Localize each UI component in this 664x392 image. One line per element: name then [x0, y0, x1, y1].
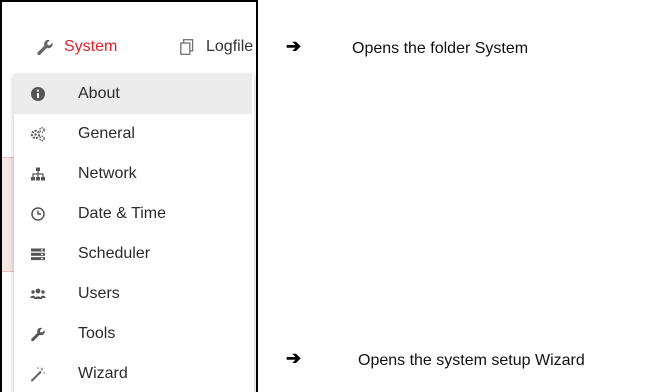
gears-icon — [30, 126, 46, 142]
menu-item-label: General — [78, 125, 135, 142]
wrench-icon — [36, 38, 54, 56]
nav-logfile[interactable]: Logfile — [178, 38, 253, 56]
menu-item-about[interactable]: About — [14, 74, 252, 114]
info-icon — [30, 86, 46, 102]
wizard-note: Opens the system setup Wizard — [358, 352, 585, 369]
menu-item-general[interactable]: General — [14, 114, 252, 154]
menu-item-label: Date & Time — [78, 205, 167, 222]
menu-item-users[interactable]: Users — [14, 274, 252, 314]
wrench-icon — [30, 326, 46, 342]
files-icon — [178, 38, 196, 56]
menu-item-wizard[interactable]: Wizard — [14, 354, 252, 392]
nav-system-label: System — [64, 38, 118, 55]
system-note: Opens the folder System — [352, 40, 529, 57]
menu-item-label: About — [78, 85, 120, 102]
app-window: System Logfile About General Network Dat… — [0, 0, 258, 392]
users-icon — [30, 286, 46, 302]
menu-item-label: Tools — [78, 325, 116, 342]
system-dropdown-menu: About General Network Date & Time Schedu… — [14, 74, 254, 392]
sitemap-icon — [30, 166, 46, 182]
menu-item-network[interactable]: Network — [14, 154, 252, 194]
menu-item-label: Network — [78, 165, 137, 182]
menu-item-label: Users — [78, 285, 120, 302]
menu-item-label: Wizard — [78, 365, 128, 382]
top-navbar: System Logfile — [2, 2, 256, 74]
nav-logfile-label: Logfile — [206, 38, 254, 55]
menu-item-date-time[interactable]: Date & Time — [14, 194, 252, 234]
arrow-right-icon: ➔ — [286, 36, 302, 56]
nav-system[interactable]: System — [36, 38, 117, 56]
menu-item-tools[interactable]: Tools — [14, 314, 252, 354]
menu-item-label: Scheduler — [78, 245, 151, 262]
server-icon — [30, 246, 46, 262]
magic-wand-icon — [30, 366, 46, 382]
arrow-right-icon: ➔ — [286, 348, 302, 368]
menu-item-scheduler[interactable]: Scheduler — [14, 234, 252, 274]
clock-icon — [30, 206, 46, 222]
